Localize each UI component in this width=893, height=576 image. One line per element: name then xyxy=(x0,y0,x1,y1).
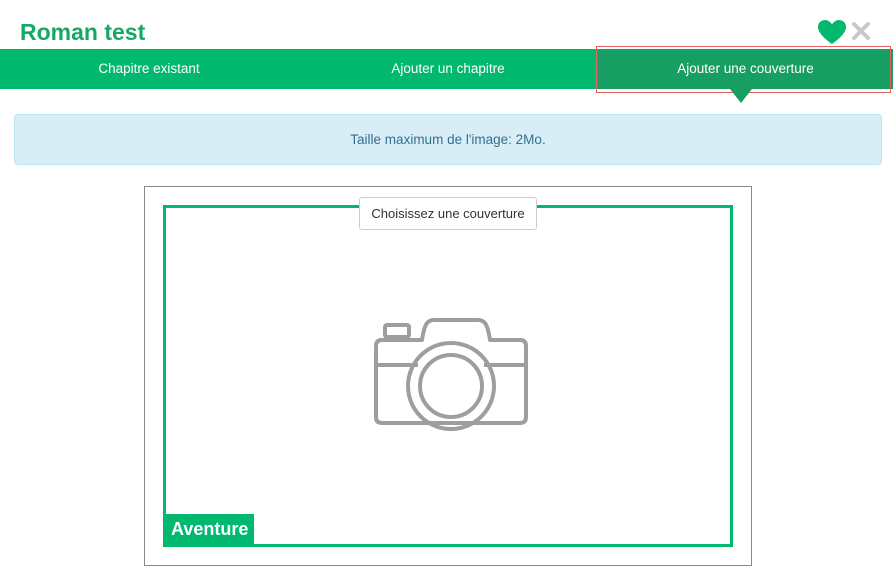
heart-icon[interactable] xyxy=(817,19,847,45)
tab-add-cover[interactable]: Ajouter une couverture xyxy=(598,49,893,89)
image-size-alert: Taille maximum de l'image: 2Mo. xyxy=(14,114,882,165)
camera-icon xyxy=(374,318,528,431)
choose-cover-button[interactable]: Choisissez une couverture xyxy=(359,197,537,230)
genre-badge: Aventure xyxy=(165,514,255,544)
cover-upload-page: Roman test Chapitre existant Ajouter un … xyxy=(0,0,893,576)
tab-bar: Chapitre existant Ajouter un chapitre Aj… xyxy=(0,49,893,89)
tab-existing-chapter[interactable]: Chapitre existant xyxy=(0,49,298,89)
close-icon[interactable] xyxy=(852,22,870,40)
page-title: Roman test xyxy=(20,19,146,45)
active-tab-pointer xyxy=(730,89,752,103)
alert-message: Taille maximum de l'image: 2Mo. xyxy=(350,132,546,147)
tab-add-chapter[interactable]: Ajouter un chapitre xyxy=(298,49,598,89)
